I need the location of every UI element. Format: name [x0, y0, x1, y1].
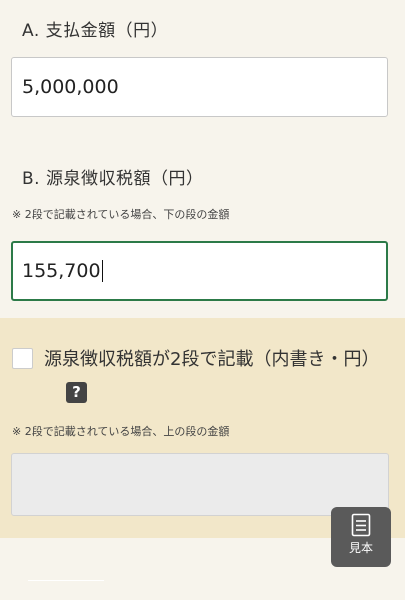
withholding-tax-label: B. 源泉徴収税額（円）	[22, 169, 204, 189]
payment-amount-input[interactable]: 5,000,000	[11, 57, 388, 117]
sample-button-label: 見本	[348, 541, 373, 555]
text-caret	[101, 260, 103, 282]
two-row-withholding-checkbox-label[interactable]: 源泉徴収税額が2段で記載（内書き・円）?	[44, 343, 394, 411]
upper-row-note: ※ 2段で記載されている場合、上の段の金額	[12, 425, 230, 438]
help-icon[interactable]: ?	[66, 381, 87, 403]
withholding-tax-value: 155,700	[22, 260, 101, 282]
payment-amount-value: 5,000,000	[22, 76, 119, 98]
sample-button[interactable]: 見本	[331, 507, 391, 567]
payment-amount-label: A. 支払金額（円）	[22, 21, 169, 41]
withholding-tax-note: ※ 2段で記載されている場合、下の段の金額	[12, 208, 230, 221]
upper-row-amount-input[interactable]	[11, 453, 389, 516]
two-row-withholding-checkbox[interactable]	[12, 348, 33, 369]
document-icon	[351, 513, 371, 537]
two-row-withholding-checkbox-text: 源泉徴収税額が2段で記載（内書き・円）	[44, 349, 380, 370]
withholding-tax-input[interactable]: 155,700	[11, 241, 388, 301]
divider	[28, 580, 104, 581]
